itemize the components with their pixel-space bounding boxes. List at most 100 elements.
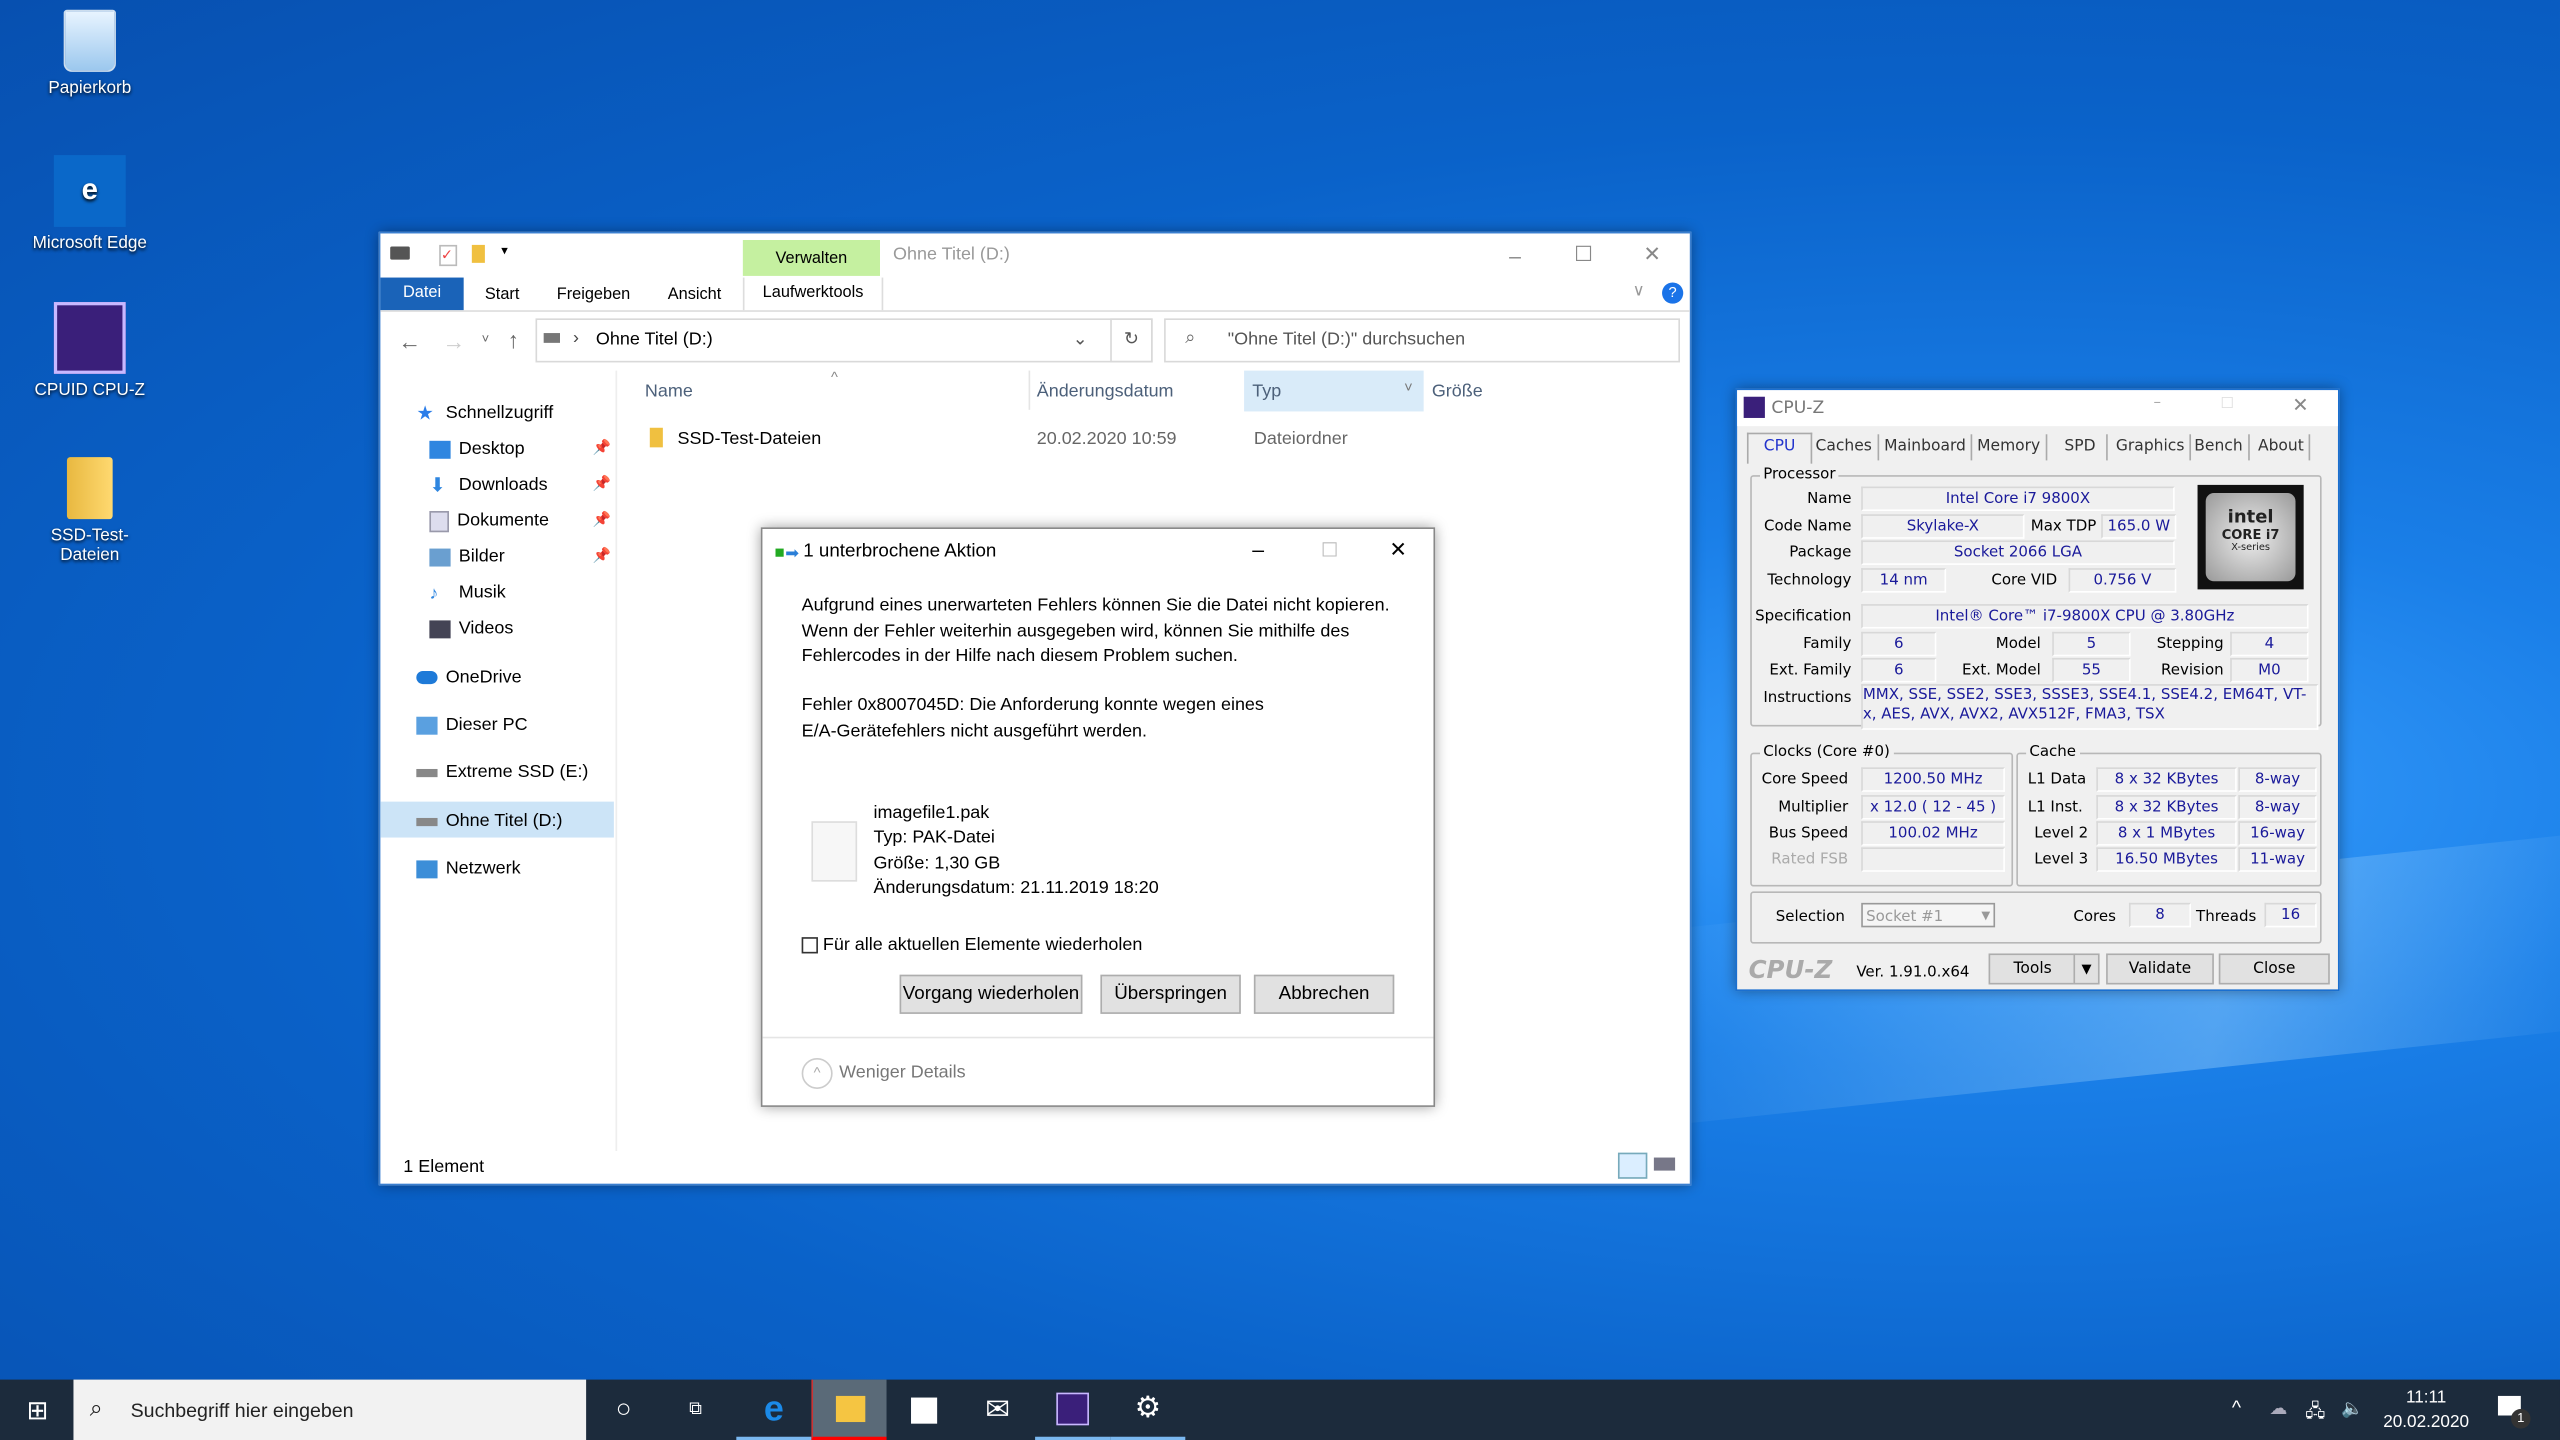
nav-extreme-ssd[interactable]: Extreme SSD (E:) (416, 756, 588, 789)
nav-downloads[interactable]: ⬇ Downloads (429, 469, 547, 502)
nav-desktop[interactable]: Desktop (429, 433, 525, 466)
address-dropdown-icon[interactable]: ⌄ (1073, 328, 1088, 350)
details-view-button[interactable] (1617, 1152, 1648, 1179)
taskbar-settings[interactable]: ⚙ (1110, 1380, 1186, 1440)
nav-dieser-pc[interactable]: Dieser PC (416, 709, 528, 742)
validate-button[interactable]: Validate (2106, 953, 2214, 985)
maximize-button[interactable]: ☐ (1549, 233, 1618, 275)
nav-videos[interactable]: Videos (429, 612, 513, 645)
taskbar-store[interactable] (887, 1380, 962, 1440)
minimize-button[interactable]: – (2153, 393, 2161, 411)
minimize-button[interactable]: – (1252, 537, 1264, 561)
start-button[interactable]: ⊞ (0, 1380, 75, 1440)
breadcrumb-item[interactable]: Ohne Titel (D:) (596, 330, 713, 350)
desktop-icon-cpuz[interactable]: CPUID CPU-Z (24, 302, 155, 400)
task-view-button[interactable]: ⧉ (658, 1380, 733, 1440)
nav-schnellzugriff[interactable]: ★ Schnellzugriff (416, 397, 553, 430)
desktop-icon-folder[interactable]: SSD-Test-Dateien (24, 457, 155, 565)
network-icon[interactable]: 🖧 (2305, 1398, 2325, 1429)
pin-icon[interactable]: 📌 (593, 439, 611, 457)
column-type-hover[interactable]: Typ ˅ (1244, 370, 1424, 412)
taskbar-explorer[interactable] (811, 1379, 887, 1440)
tab-bench[interactable]: Bench (2189, 434, 2250, 461)
close-button[interactable]: Close (2218, 953, 2330, 985)
nav-dokumente[interactable]: Dokumente (429, 504, 549, 537)
nav-ohne-titel[interactable]: Ohne Titel (D:) (416, 805, 562, 838)
tab-about[interactable]: About (2253, 434, 2311, 461)
navigation-pane: ★ Schnellzugriff Desktop 📌 ⬇ Downloads 📌 Dok… (380, 371, 615, 1151)
less-details-link[interactable]: Weniger Details (839, 1063, 965, 1083)
tools-button[interactable]: Tools (1988, 953, 2077, 985)
recent-dropdown-icon[interactable]: ˅ (482, 331, 490, 346)
column-filter-icon[interactable]: ˅ (1404, 379, 1413, 395)
cortana-button[interactable]: ○ (586, 1380, 661, 1440)
tab-start[interactable]: Start (485, 286, 519, 304)
refresh-button[interactable]: ↻ (1110, 318, 1153, 363)
forward-icon[interactable]: → (442, 328, 465, 354)
nav-netzwerk[interactable]: Netzwerk (416, 852, 521, 885)
tab-verwalten[interactable]: Verwalten (742, 239, 880, 276)
cancel-button[interactable]: Abbrechen (1253, 974, 1395, 1014)
skip-button[interactable]: Überspringen (1100, 974, 1241, 1014)
tab-mainboard[interactable]: Mainboard (1879, 434, 1973, 461)
retry-button[interactable]: Vorgang wiederholen (899, 974, 1083, 1014)
nav-musik[interactable]: ♪ Musik (429, 576, 505, 609)
nav-label: Ohne Titel (D:) (445, 811, 563, 832)
socket-select-value: Socket #1 (1866, 907, 1944, 926)
repeat-checkbox-label[interactable]: Für alle aktuellen Elemente wiederholen (823, 936, 1142, 956)
nav-bilder[interactable]: Bilder (429, 540, 505, 573)
column-name[interactable]: Name (645, 382, 693, 402)
column-size[interactable]: Größe (1432, 382, 1483, 402)
close-button[interactable]: ✕ (2292, 393, 2308, 416)
tab-spd[interactable]: SPD (2054, 434, 2108, 461)
minimize-button[interactable]: – (1481, 233, 1550, 275)
socket-select[interactable]: Socket #1 ▼ (1861, 902, 1996, 928)
nav-onedrive[interactable]: OneDrive (416, 661, 522, 694)
pin-icon[interactable]: 📌 (593, 547, 611, 565)
value-rated-fsb (1861, 847, 2005, 872)
label: Technology (1767, 571, 1852, 590)
clock[interactable]: 11:11 20.02.2020 (2377, 1386, 2475, 1435)
documents-icon (429, 510, 449, 532)
close-button[interactable]: ✕ (1389, 537, 1407, 563)
pin-icon[interactable]: 📌 (593, 475, 611, 493)
collapse-details-icon[interactable]: ^ (801, 1057, 833, 1089)
desktop-icon-recycle-bin[interactable]: Papierkorb (24, 9, 155, 98)
tab-cpu[interactable]: CPU (1746, 432, 1813, 464)
tab-freigeben[interactable]: Freigeben (557, 286, 631, 304)
desktop-icon-edge[interactable]: e Microsoft Edge (24, 155, 155, 253)
maximize-button[interactable]: ☐ (2220, 395, 2233, 413)
column-date[interactable]: Änderungsdatum (1037, 382, 1174, 402)
tools-dropdown-icon[interactable]: ▼ (2073, 953, 2100, 985)
new-folder-icon[interactable] (471, 244, 485, 263)
show-hidden-icons[interactable]: ^ (2232, 1396, 2241, 1419)
close-button[interactable]: ✕ (1618, 233, 1687, 275)
qat-dropdown-icon[interactable]: ▾ (501, 243, 508, 258)
nav-label: Dieser PC (445, 715, 528, 735)
edge-icon: e (763, 1386, 784, 1428)
maximize-button[interactable]: ☐ (1321, 539, 1339, 562)
tab-graphics[interactable]: Graphics (2111, 434, 2191, 461)
tab-caches[interactable]: Caches (1811, 434, 1879, 461)
file-row[interactable]: SSD-Test-Dateien 20.02.2020 10:59 Dateio… (642, 423, 1622, 456)
address-bar[interactable]: › Ohne Titel (D:) ⌄ (535, 318, 1153, 363)
tab-memory[interactable]: Memory (1972, 434, 2047, 461)
taskbar-search[interactable]: ⌕ Suchbegriff hier eingeben (73, 1379, 587, 1440)
tab-datei[interactable]: Datei (380, 277, 464, 311)
pin-icon[interactable]: 📌 (593, 511, 611, 529)
back-icon[interactable]: ← (398, 328, 421, 354)
taskbar-mail[interactable]: ✉ (960, 1380, 1035, 1440)
taskbar-edge[interactable]: e (736, 1380, 812, 1440)
repeat-checkbox[interactable] (801, 937, 818, 954)
up-icon[interactable]: ↑ (508, 327, 519, 353)
search-input[interactable]: ⌕ "Ohne Titel (D:)" durchsuchen (1164, 318, 1680, 363)
properties-icon[interactable]: ✓ (439, 244, 458, 267)
tiles-view-button[interactable] (1653, 1157, 1676, 1171)
volume-icon[interactable]: 🔈 (2341, 1398, 2363, 1419)
onedrive-offline-icon[interactable]: ☁ (2269, 1398, 2287, 1419)
ribbon-expand-icon[interactable]: ∨ (1633, 282, 1645, 300)
tab-ansicht[interactable]: Ansicht (668, 286, 722, 304)
help-icon[interactable]: ? (1662, 282, 1684, 304)
taskbar-cpuz[interactable] (1035, 1380, 1111, 1440)
tab-laufwerktools[interactable]: Laufwerktools (742, 277, 884, 311)
